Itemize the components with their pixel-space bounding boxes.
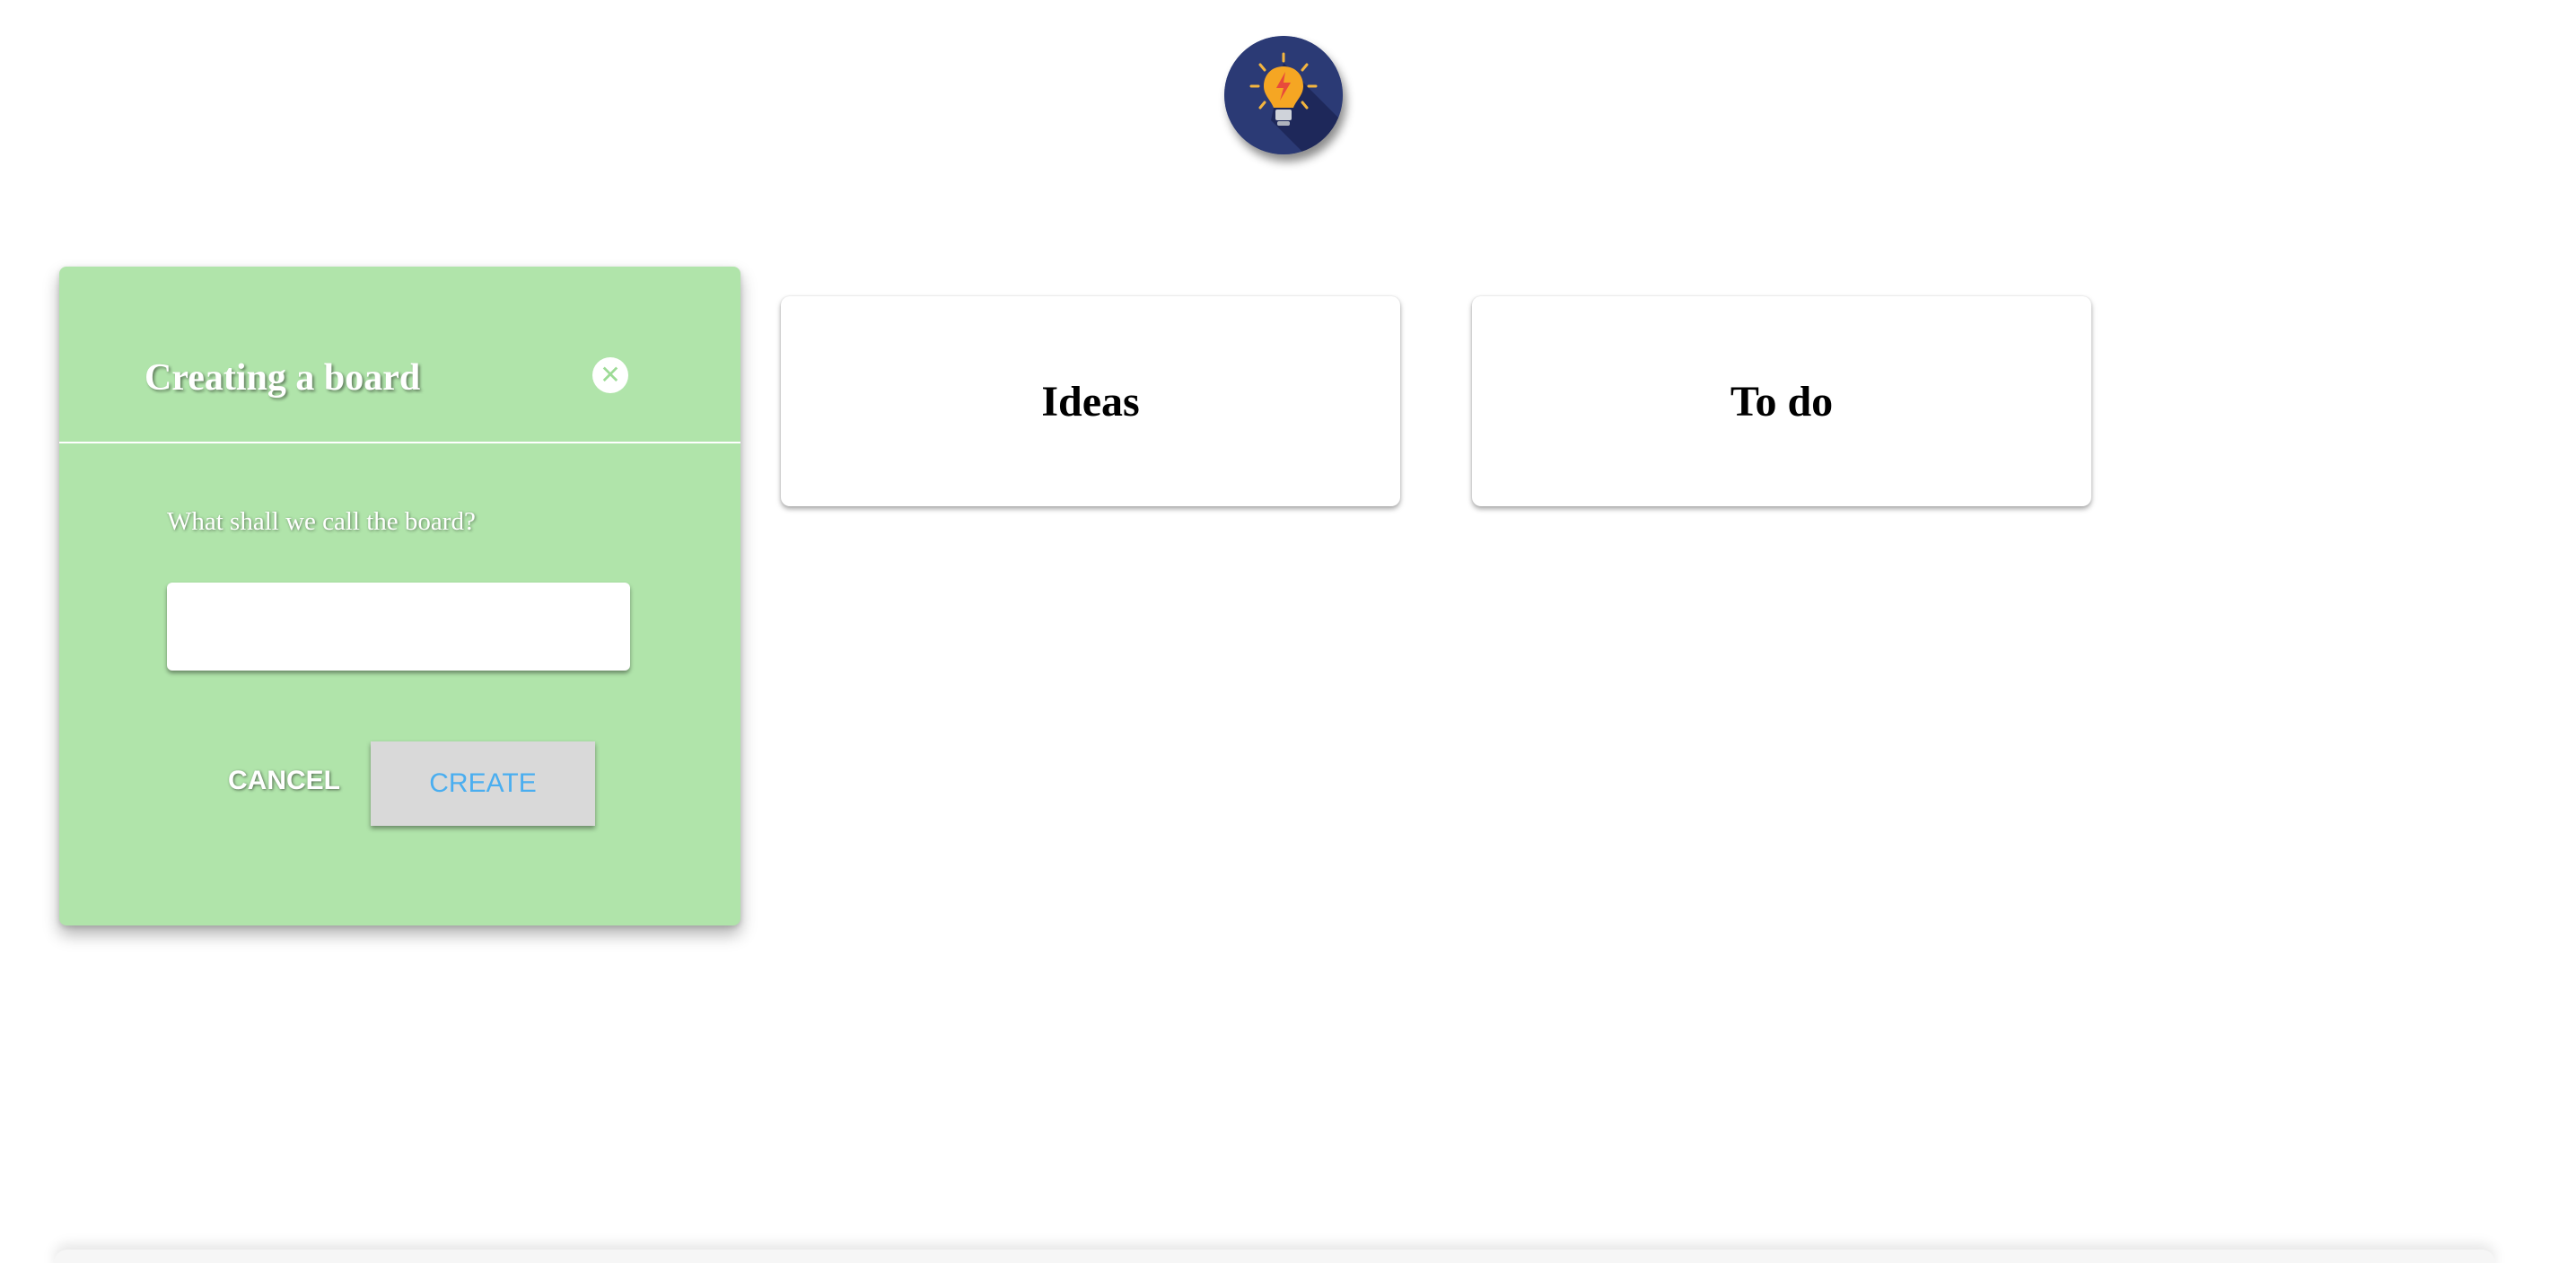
board-card-to-do[interactable]: To do bbox=[1472, 296, 2091, 506]
lightbulb-logo-icon[interactable] bbox=[1224, 36, 1343, 154]
close-icon: ✕ bbox=[600, 360, 621, 390]
cancel-button[interactable]: CANCEL bbox=[223, 765, 346, 797]
create-button[interactable]: CREATE bbox=[371, 741, 595, 826]
bottom-bar bbox=[54, 1250, 2495, 1263]
board-title: To do bbox=[1730, 377, 1834, 425]
close-button[interactable]: ✕ bbox=[592, 357, 628, 393]
lightbulb-icon bbox=[1224, 36, 1343, 154]
create-board-dialog: Creating a board ✕ What shall we call th… bbox=[59, 267, 740, 925]
board-name-input[interactable] bbox=[167, 583, 630, 671]
dialog-divider bbox=[59, 442, 740, 443]
dialog-title: Creating a board bbox=[145, 357, 421, 399]
page: Ideas To do Creating a board ✕ What shal… bbox=[0, 0, 2576, 1263]
board-title: Ideas bbox=[1041, 377, 1140, 425]
board-card-ideas[interactable]: Ideas bbox=[781, 296, 1400, 506]
board-name-label: What shall we call the board? bbox=[167, 507, 476, 536]
